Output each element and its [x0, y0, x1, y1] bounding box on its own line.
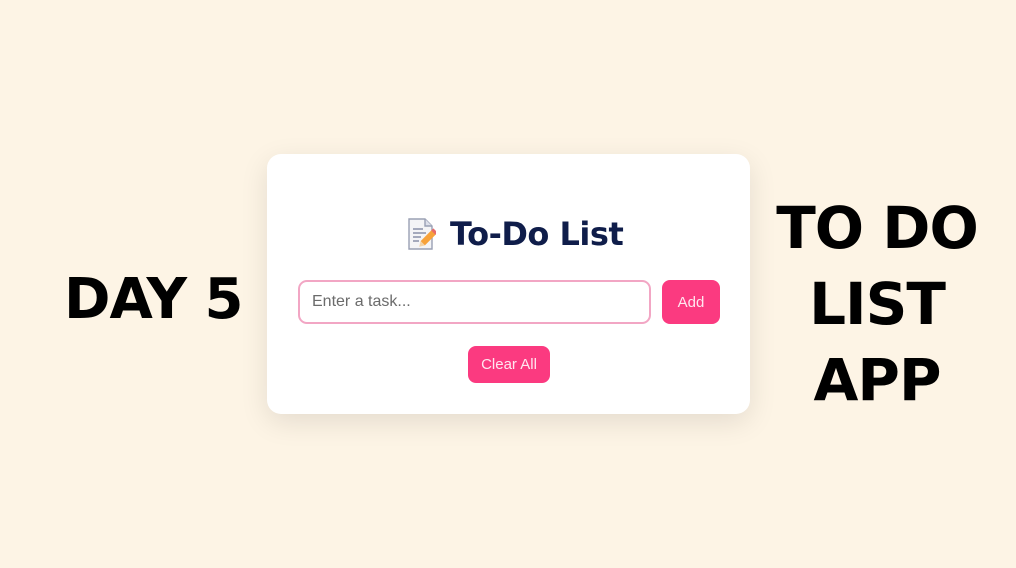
page-title: To-Do List [450, 215, 624, 253]
clear-all-button[interactable]: Clear All [468, 346, 550, 383]
app-header: To-Do List [406, 212, 624, 256]
app-caption-line-3: APP [813, 346, 942, 414]
add-button[interactable]: Add [662, 280, 720, 324]
day-caption: DAY 5 [64, 267, 243, 332]
app-caption-line-2: LIST [809, 270, 946, 338]
task-input[interactable] [298, 280, 651, 324]
memo-icon [406, 217, 438, 251]
app-caption: TO DO LIST APP [764, 190, 990, 418]
app-caption-line-1: TO DO [776, 194, 979, 262]
